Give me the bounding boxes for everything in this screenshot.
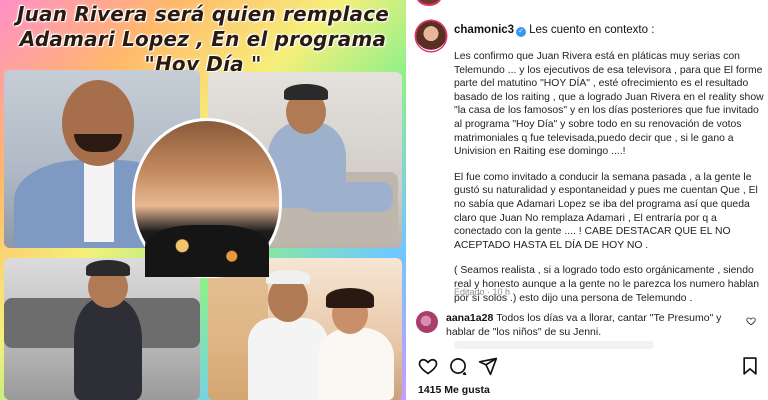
caption-paragraph: El fue como invitado a conducir la seman… bbox=[454, 171, 758, 251]
likes-count[interactable]: 1415 Me gusta bbox=[418, 384, 490, 396]
caption-header: chamonic3 ✓ Les cuento en contexto : bbox=[454, 21, 654, 38]
divider bbox=[454, 341, 654, 349]
comment-item: aana1a28 Todos los días va a llorar, cant… bbox=[416, 311, 762, 339]
post-header: chamonic3 ✓ Les cuento en contexto : bbox=[416, 21, 654, 51]
caption-body: Les confirmo que Juan Rivera está en plá… bbox=[454, 50, 764, 317]
heart-icon[interactable] bbox=[418, 356, 438, 376]
photo-man-cap-couch bbox=[4, 258, 200, 400]
caption-paragraph: ( Seamos realista , si a logrado todo es… bbox=[454, 265, 760, 304]
verified-icon: ✓ bbox=[516, 27, 527, 37]
avatar[interactable] bbox=[416, 0, 442, 6]
post-panel: chamonic3 ✓ Les cuento en contexto : Les c… bbox=[406, 0, 768, 400]
post-image[interactable]: Juan Rivera será quien remplace Adamari … bbox=[0, 0, 406, 400]
comment-icon[interactable] bbox=[448, 356, 468, 376]
bookmark-icon[interactable] bbox=[740, 356, 760, 376]
photo-couple bbox=[208, 258, 402, 400]
author-username[interactable]: chamonic3 bbox=[454, 24, 514, 36]
commenter-username[interactable]: aana1a28 bbox=[446, 312, 493, 324]
share-icon[interactable] bbox=[478, 356, 498, 376]
action-bar bbox=[416, 356, 762, 378]
image-headline: Juan Rivera será quien remplace Adamari … bbox=[16, 2, 390, 76]
comment-like-heart-icon[interactable] bbox=[746, 316, 756, 326]
edited-timestamp: Editado · 10 h bbox=[454, 287, 511, 297]
commenter-avatar[interactable] bbox=[416, 311, 438, 333]
caption-paragraph: Les confirmo que Juan Rivera está en plá… bbox=[454, 51, 764, 158]
comment-text-block: aana1a28 Todos los días va a llorar, cant… bbox=[446, 311, 746, 339]
photo-center-woman bbox=[132, 118, 282, 278]
caption-intro: Les cuento en contexto : bbox=[529, 24, 655, 36]
author-avatar[interactable] bbox=[416, 21, 446, 51]
